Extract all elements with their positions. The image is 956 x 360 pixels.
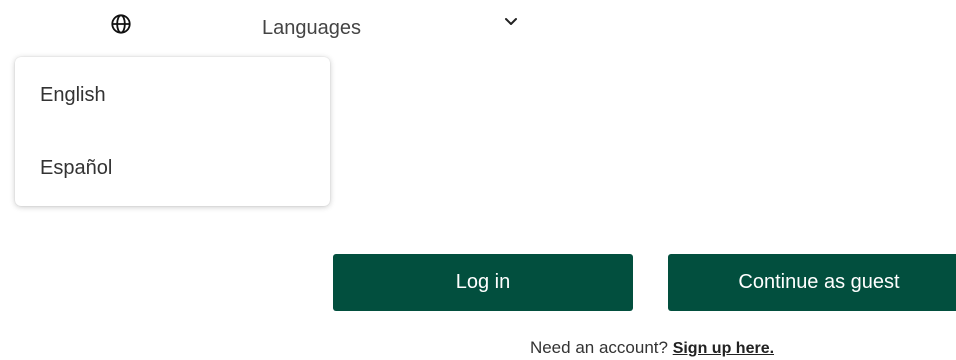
language-menu: English Español bbox=[15, 57, 330, 206]
language-selector-label: Languages bbox=[262, 17, 361, 39]
signup-row: Need an account? Sign up here. bbox=[0, 337, 956, 360]
signup-link[interactable]: Sign up here. bbox=[673, 340, 774, 357]
chevron-down-icon[interactable] bbox=[503, 14, 519, 30]
signup-prompt: Need an account? bbox=[529, 338, 668, 357]
language-selector[interactable]: Languages bbox=[0, 0, 560, 52]
language-option-espanol[interactable]: Español bbox=[15, 138, 330, 198]
continue-as-guest-button[interactable]: Continue as guest bbox=[668, 254, 956, 311]
signup-prompt-group: Need an account? Sign up here. bbox=[530, 338, 774, 357]
language-option-english[interactable]: English bbox=[15, 65, 330, 125]
globe-icon bbox=[111, 14, 131, 34]
login-button[interactable]: Log in bbox=[333, 254, 633, 311]
